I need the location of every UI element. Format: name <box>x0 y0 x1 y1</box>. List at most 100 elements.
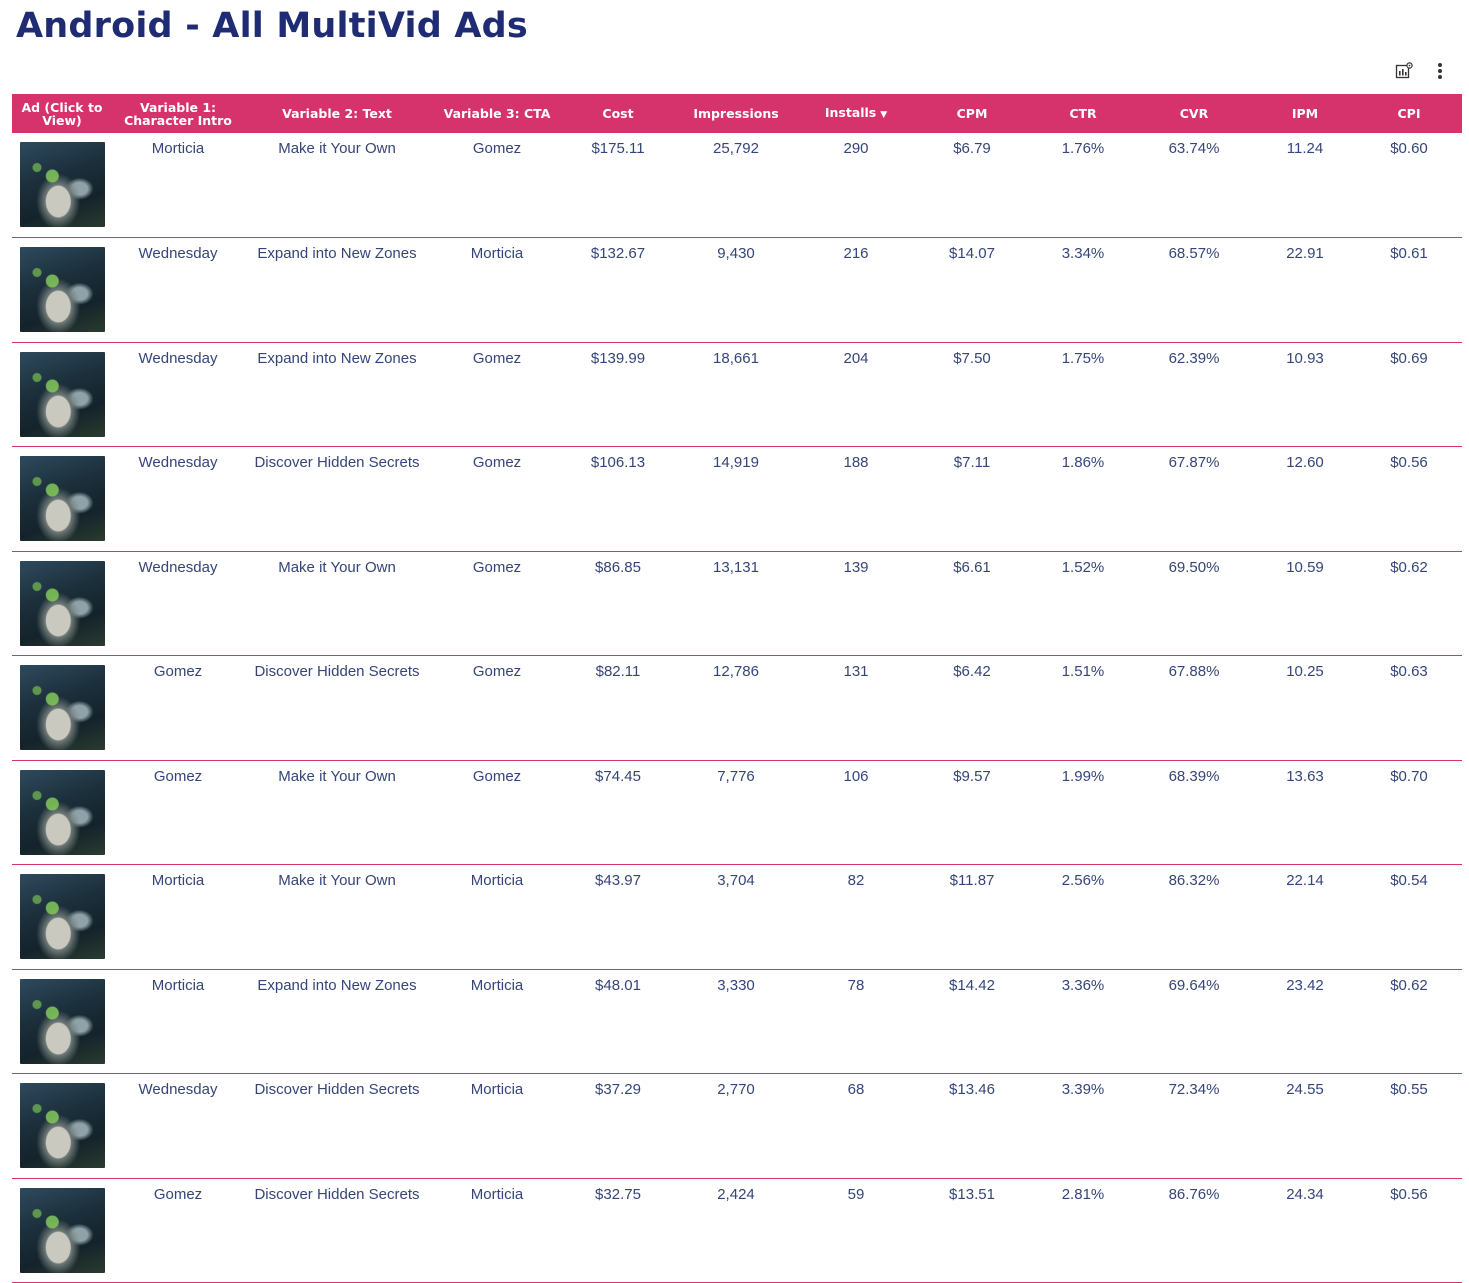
cell-cpi: $0.62 <box>1390 976 1428 994</box>
ad-thumbnail-image[interactable] <box>20 560 105 646</box>
cell-ad-thumbnail <box>12 760 112 865</box>
cell-cta: Gomez <box>472 140 522 157</box>
cell-cta: Gomez <box>472 558 522 576</box>
cell-cta: Morticia <box>470 1081 524 1098</box>
ad-thumbnail-image[interactable] <box>20 978 105 1064</box>
sort-desc-icon: ▼ <box>880 109 888 120</box>
cell-impressions: 9,430 <box>717 245 755 262</box>
ad-thumbnail-image[interactable] <box>20 456 105 541</box>
header-ad[interactable]: Ad (Click to View) <box>12 94 112 133</box>
cell-cvr: 67.87% <box>1168 454 1220 471</box>
cell-ad-thumbnail <box>12 1074 112 1179</box>
cell-cta: Gomez <box>472 663 522 680</box>
table-row: Gomez Make it Your Own Gomez $74.45 7,776 106… <box>12 760 1462 865</box>
header-cpi[interactable]: CPI <box>1356 94 1462 133</box>
cell-cpi: $0.55 <box>1390 1081 1428 1098</box>
ads-table-container: Ad (Click to View) Variable 1: Character… <box>12 94 1462 1283</box>
chart-settings-icon[interactable] <box>1393 60 1415 82</box>
header-ipm[interactable]: IPM <box>1254 94 1356 133</box>
cell-cpm: $6.61 <box>953 558 991 576</box>
header-variable-3[interactable]: Variable 3: CTA <box>430 94 564 133</box>
cell-ipm: 10.25 <box>1286 663 1324 680</box>
cell-cvr: 62.39% <box>1168 349 1220 367</box>
cell-ctr: 1.75% <box>1061 349 1105 367</box>
cell-ctr: 1.52% <box>1061 558 1105 576</box>
cell-character-intro: Morticia <box>151 140 205 157</box>
header-cvr[interactable]: CVR <box>1134 94 1254 133</box>
cell-ctr: 3.39% <box>1061 1081 1105 1098</box>
cell-ad-thumbnail <box>12 865 112 970</box>
cell-text: Expand into New Zones <box>257 349 417 367</box>
cell-installs: 290 <box>843 140 869 157</box>
cell-cost: $48.01 <box>595 976 641 994</box>
cell-cpi: $0.54 <box>1390 872 1428 889</box>
cell-text: Discover Hidden Secrets <box>254 1185 420 1203</box>
cell-cta: Gomez <box>472 767 522 785</box>
cell-cost: $32.75 <box>595 1185 641 1203</box>
cell-cpi: $0.63 <box>1390 663 1428 680</box>
cell-text: Discover Hidden Secrets <box>254 1081 420 1098</box>
header-cost[interactable]: Cost <box>564 94 672 133</box>
cell-cvr: 86.32% <box>1168 872 1220 889</box>
header-impressions[interactable]: Impressions <box>672 94 800 133</box>
header-variable-1[interactable]: Variable 1: Character Intro <box>112 94 244 133</box>
ad-thumbnail-image[interactable] <box>20 1083 105 1168</box>
cell-ctr: 3.36% <box>1061 976 1105 994</box>
cell-text: Discover Hidden Secrets <box>254 663 420 680</box>
table-row: Gomez Discover Hidden Secrets Gomez $82.11 1… <box>12 656 1462 760</box>
header-cpm[interactable]: CPM <box>912 94 1032 133</box>
more-vert-icon[interactable] <box>1429 60 1451 82</box>
cell-cpm: $7.11 <box>953 454 991 471</box>
cell-text: Expand into New Zones <box>257 976 417 994</box>
cell-cvr: 72.34% <box>1168 1081 1220 1098</box>
ads-table: Ad (Click to View) Variable 1: Character… <box>12 94 1462 1283</box>
cell-installs: 59 <box>847 1185 865 1203</box>
ad-thumbnail-image[interactable] <box>20 142 105 227</box>
cell-installs: 216 <box>843 245 869 262</box>
cell-ad-thumbnail <box>12 969 112 1074</box>
ad-thumbnail-image[interactable] <box>20 1187 105 1273</box>
table-row: Wednesday Make it Your Own Gomez $86.85 13,1… <box>12 551 1462 656</box>
cell-ipm: 10.59 <box>1286 558 1324 576</box>
cell-ipm: 11.24 <box>1286 140 1324 157</box>
cell-text: Discover Hidden Secrets <box>254 454 420 471</box>
cell-impressions: 3,704 <box>717 872 755 889</box>
cell-ctr: 2.81% <box>1061 1185 1105 1203</box>
cell-cost: $74.45 <box>595 767 641 785</box>
header-installs[interactable]: Installs ▼ <box>800 94 912 133</box>
cell-cpi: $0.62 <box>1390 558 1428 576</box>
header-ctr[interactable]: CTR <box>1032 94 1134 133</box>
cell-installs: 131 <box>843 663 869 680</box>
table-row: Wednesday Expand into New Zones Morticia $1… <box>12 238 1462 342</box>
cell-cvr: 86.76% <box>1168 1185 1220 1203</box>
cell-installs: 82 <box>847 872 865 889</box>
cell-text: Make it Your Own <box>278 767 396 785</box>
cell-character-intro: Wednesday <box>138 349 218 367</box>
cell-cvr: 69.50% <box>1168 558 1220 576</box>
cell-impressions: 3,330 <box>717 976 755 994</box>
cell-character-intro: Wednesday <box>138 454 218 471</box>
cell-impressions: 13,131 <box>713 558 759 576</box>
table-row: Wednesday Discover Hidden Secrets Gomez $10… <box>12 447 1462 551</box>
cell-ipm: 22.14 <box>1286 872 1324 889</box>
cell-impressions: 14,919 <box>713 454 759 471</box>
cell-impressions: 25,792 <box>713 140 759 157</box>
cell-character-intro: Wednesday <box>138 245 218 262</box>
ad-thumbnail-image[interactable] <box>20 247 105 332</box>
header-variable-2[interactable]: Variable 2: Text <box>244 94 430 133</box>
cell-ipm: 13.63 <box>1286 767 1324 785</box>
cell-ctr: 3.34% <box>1061 245 1105 262</box>
ad-thumbnail-image[interactable] <box>20 769 105 855</box>
cell-ctr: 1.76% <box>1061 140 1105 157</box>
ad-thumbnail-image[interactable] <box>20 351 105 437</box>
cell-cvr: 69.64% <box>1168 976 1220 994</box>
ad-thumbnail-image[interactable] <box>20 665 105 750</box>
cell-ipm: 10.93 <box>1286 349 1324 367</box>
cell-ctr: 1.99% <box>1061 767 1105 785</box>
cell-ipm: 12.60 <box>1286 454 1324 471</box>
cell-installs: 106 <box>843 767 869 785</box>
cell-cpm: $9.57 <box>953 767 991 785</box>
table-row: Morticia Make it Your Own Morticia $43.97 3,… <box>12 865 1462 970</box>
report-toolbar <box>1393 60 1451 82</box>
ad-thumbnail-image[interactable] <box>20 874 105 959</box>
